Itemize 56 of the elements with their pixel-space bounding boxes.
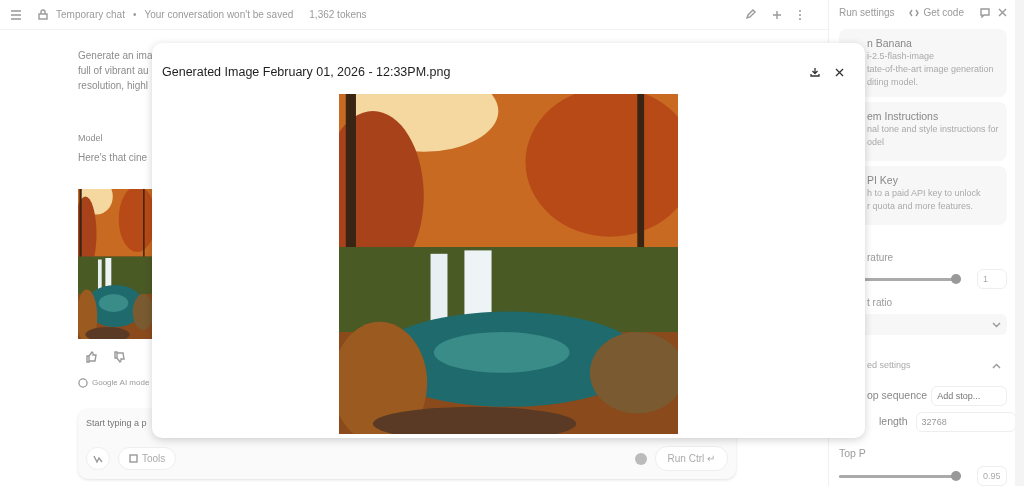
close-icon: [834, 67, 844, 77]
section-toggle[interactable]: ed settings: [867, 358, 911, 373]
get-code-button[interactable]: Get code: [909, 5, 964, 21]
output-length-input[interactable]: 32768: [915, 412, 1016, 433]
notice-text: Your conversation won't be saved: [144, 8, 294, 22]
setting-label: t ratio: [866, 296, 893, 311]
separator: •: [132, 8, 137, 22]
card-title: PI Key: [867, 173, 899, 188]
prompt-input[interactable]: Start typing a p: [86, 417, 148, 431]
slider[interactable]: [839, 471, 961, 481]
response-text: Here's that cine: [78, 151, 148, 165]
prompt-text-line: resolution, highl: [78, 79, 149, 93]
brush-button[interactable]: [86, 447, 110, 470]
close-icon[interactable]: [998, 8, 1007, 18]
panel-title: Run settings: [839, 6, 895, 21]
model-label: Model: [78, 132, 103, 145]
card-description-line: tate-of-the-art image generation: [867, 63, 995, 77]
card-description-line: nal tone and style instructions for: [867, 123, 1000, 137]
info-icon: [78, 378, 88, 388]
card-description-line: diting model.: [867, 76, 920, 90]
lock-icon: [38, 9, 48, 20]
add-circle-icon[interactable]: [634, 452, 647, 465]
run-button[interactable]: Run Ctrl ↵: [654, 446, 728, 471]
slider-thumb[interactable]: [951, 274, 961, 285]
dialog-title: Generated Image February 01, 2026 - 12:33PM.png: [162, 64, 451, 81]
chevron-icon[interactable]: [992, 362, 1001, 369]
chat-icon[interactable]: [980, 7, 990, 18]
pencil-icon[interactable]: [745, 9, 756, 20]
setting-label: rature: [866, 251, 895, 266]
download-icon: [810, 67, 820, 78]
value-input[interactable]: 0.95: [977, 466, 1007, 486]
setting-label: length: [879, 414, 908, 430]
code-icon: [909, 8, 920, 17]
thumbs-down-icon[interactable]: [114, 351, 126, 363]
brush-icon: [93, 454, 103, 465]
prompt-text-line: full of vibrant au: [78, 64, 149, 78]
plus-icon[interactable]: [772, 9, 782, 20]
disclaimer-text: Google AI mode: [92, 377, 150, 389]
stop-sequence-input[interactable]: Add stop...: [931, 386, 1008, 407]
more-icon[interactable]: [798, 8, 802, 21]
setting-label: op sequence: [867, 388, 928, 404]
card-description-line: i-2.5-flash-image: [867, 50, 936, 64]
token-count: 1,362 tokens: [309, 8, 367, 22]
value-input[interactable]: 1: [977, 269, 1007, 290]
tools-button[interactable]: Tools: [118, 447, 177, 470]
card-title: em Instructions: [867, 109, 940, 124]
prompt-text-line: Generate an ima: [78, 49, 153, 63]
slider-thumb[interactable]: [951, 471, 961, 481]
menu-icon[interactable]: [10, 9, 22, 20]
card-title: n Banana: [867, 36, 913, 51]
chat-title: Temporary chat: [56, 8, 125, 22]
card-description-line: odel: [867, 136, 885, 150]
setting-label: Top P: [839, 446, 866, 462]
grid-icon: [129, 454, 138, 463]
thumbs-up-icon[interactable]: [86, 351, 98, 363]
chevron-down-icon: [992, 321, 1001, 328]
